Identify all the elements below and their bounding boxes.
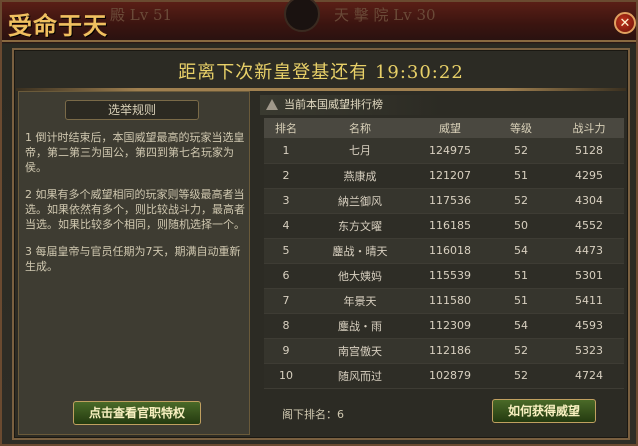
power-cell: 5128 — [575, 143, 603, 157]
prestige-cell: 116018 — [429, 244, 471, 257]
rank-cell: 10 — [279, 369, 293, 382]
rank-cell: 5 — [282, 244, 290, 257]
election-window: 受命于天 殿 Lv 51 天 擊 院 Lv 30 ✕ 距离下次新皇登基还有 19… — [0, 0, 638, 446]
rules-panel: 选举规则 1 倒计时结束后，本国威望最高的玩家当选皇帝，第二第三为国公，第四到第… — [18, 91, 250, 435]
prestige-cell: 124975 — [429, 143, 471, 157]
level-cell: 51 — [514, 169, 528, 182]
rank-cell: 9 — [282, 344, 290, 357]
table-row[interactable]: 2 燕康成 121207 51 4295 — [264, 163, 624, 188]
col-level: 等级 — [510, 122, 532, 135]
power-cell: 5301 — [575, 269, 603, 282]
level-cell: 51 — [514, 294, 528, 307]
prestige-cell: 112309 — [429, 319, 471, 332]
name-cell: 南宫傲天 — [338, 344, 382, 358]
rank-cell: 3 — [282, 194, 290, 207]
table-row[interactable]: 8 鏖战・雨 112309 54 4593 — [264, 313, 624, 338]
view-privileges-button[interactable]: 点击查看官职特权 — [73, 401, 201, 425]
power-cell: 4552 — [575, 219, 603, 232]
countdown-banner: 距离下次新皇登基还有 19:30:22 — [178, 62, 464, 83]
my-rank: 阁下排名：6 — [282, 408, 344, 421]
table-row[interactable]: 6 他大姨妈 115539 51 5301 — [264, 263, 624, 288]
background-emblem — [284, 0, 320, 32]
prestige-cell: 116185 — [429, 219, 471, 232]
name-cell: 年景天 — [343, 294, 377, 308]
window-title: 受命于天 — [8, 11, 108, 40]
name-cell: 他大姨妈 — [338, 269, 382, 283]
name-cell: 鏖战・晴天 — [332, 244, 388, 258]
power-cell: 4304 — [575, 194, 603, 207]
power-cell: 5323 — [575, 344, 603, 357]
prestige-cell: 117536 — [429, 194, 471, 207]
content-panel: 距离下次新皇登基还有 19:30:22 选举规则 1 倒计时结束后，本国威望最高… — [12, 48, 630, 440]
rank-cell: 7 — [282, 294, 290, 307]
power-cell: 4724 — [575, 369, 603, 382]
power-cell: 5411 — [575, 294, 603, 307]
table-row[interactable]: 9 南宫傲天 112186 52 5323 — [264, 338, 624, 363]
title-bar: 受命于天 殿 Lv 51 天 擊 院 Lv 30 ✕ — [2, 0, 636, 42]
rule-paragraph: 2 如果有多个威望相同的玩家则等级最高者当选。如果依然有多个，则比较战斗力，最高… — [25, 188, 245, 231]
prestige-cell: 102879 — [429, 369, 471, 382]
rules-heading: 选举规则 — [65, 100, 199, 120]
name-cell: 鏖战・雨 — [338, 319, 382, 333]
table-row[interactable]: 7 年景天 111580 51 5411 — [264, 288, 624, 313]
col-prestige: 威望 — [439, 122, 461, 135]
col-rank: 排名 — [275, 122, 297, 135]
table-row[interactable]: 3 納兰御风 117536 52 4304 — [264, 188, 624, 213]
prestige-cell: 121207 — [429, 169, 471, 182]
ranking-tag: 当前本国威望排行榜 — [260, 95, 440, 115]
level-cell: 52 — [514, 143, 528, 157]
level-cell: 51 — [514, 269, 528, 282]
rank-cell: 4 — [282, 219, 290, 232]
level-cell: 52 — [514, 194, 528, 207]
name-cell: 东方文曜 — [338, 219, 382, 233]
table-row[interactable]: 10 随风而过 102879 52 4724 — [264, 363, 624, 388]
triangle-icon — [266, 99, 278, 110]
rank-cell: 1 — [282, 143, 290, 157]
prestige-cell: 112186 — [429, 344, 471, 357]
power-cell: 4295 — [575, 169, 603, 182]
level-cell: 52 — [514, 369, 528, 382]
rank-cell: 8 — [282, 319, 290, 332]
close-icon[interactable]: ✕ — [614, 12, 636, 34]
col-name: 名称 — [349, 122, 371, 135]
table-row[interactable]: 5 鏖战・晴天 116018 54 4473 — [264, 238, 624, 263]
power-cell: 4473 — [575, 244, 603, 257]
name-cell: 七月 — [349, 144, 371, 158]
rank-cell: 6 — [282, 269, 290, 282]
table-header-row: 排名 名称 威望 等级 战斗力 — [264, 118, 624, 138]
level-cell: 52 — [514, 344, 528, 357]
prestige-cell: 111580 — [429, 294, 471, 307]
background-text-left: 殿 Lv 51 — [110, 6, 173, 24]
background-text-right: 天 擊 院 Lv 30 — [334, 6, 436, 24]
level-cell: 54 — [514, 319, 528, 332]
name-cell: 随风而过 — [338, 369, 382, 383]
ranking-table: 排名 名称 威望 等级 战斗力 1 七月 124975 52 5128 2 燕康成 12120… — [264, 118, 624, 390]
col-power: 战斗力 — [572, 122, 606, 135]
ranking-title: 当前本国威望排行榜 — [284, 98, 383, 111]
power-cell: 4593 — [575, 319, 603, 332]
rule-paragraph: 1 倒计时结束后，本国威望最高的玩家当选皇帝，第二第三为国公，第四到第七名玩家为… — [25, 131, 245, 174]
level-cell: 54 — [514, 244, 528, 257]
rule-paragraph: 3 每届皇帝与官员任期为7天，期满自动重新生成。 — [25, 245, 241, 273]
prestige-cell: 115539 — [429, 269, 471, 282]
level-cell: 50 — [514, 219, 528, 232]
rules-text: 1 倒计时结束后，本国威望最高的玩家当选皇帝，第二第三为国公，第四到第七名玩家为… — [25, 130, 247, 286]
name-cell: 納兰御风 — [338, 194, 382, 208]
table-row[interactable]: 4 东方文曜 116185 50 4552 — [264, 213, 624, 238]
table-row[interactable]: 1 七月 124975 52 5128 — [264, 138, 624, 163]
how-to-gain-prestige-button[interactable]: 如何获得威望 — [492, 399, 596, 423]
name-cell: 燕康成 — [343, 169, 377, 183]
rank-cell: 2 — [282, 169, 290, 182]
